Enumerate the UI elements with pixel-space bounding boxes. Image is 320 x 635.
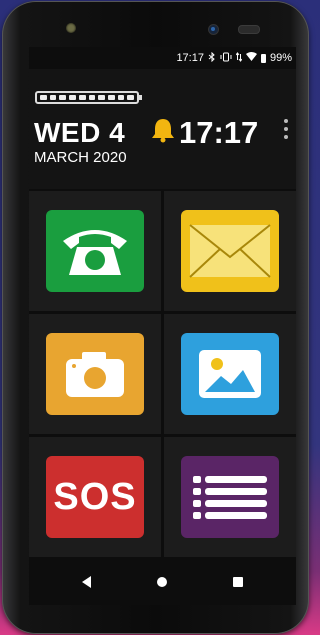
picture-icon [181, 333, 279, 415]
date-month: MARCH 2020 [34, 149, 127, 166]
vibrate-icon [220, 52, 232, 65]
envelope-icon [181, 210, 279, 292]
battery-percent: 99% [269, 52, 292, 64]
camera-icon [46, 333, 144, 415]
app-grid: SOS [29, 191, 296, 557]
data-arrows-icon [235, 51, 243, 65]
battery-indicator [35, 91, 142, 104]
tile-messages[interactable] [164, 191, 296, 311]
clock-time[interactable]: 17:17 [179, 115, 258, 151]
tile-phone[interactable] [29, 191, 161, 311]
back-icon[interactable] [82, 576, 91, 588]
tile-gallery[interactable] [164, 314, 296, 434]
alarm-bell-icon[interactable] [149, 117, 177, 143]
navigation-bar [29, 559, 296, 605]
more-options-icon[interactable] [284, 119, 288, 139]
tile-sos[interactable]: SOS [29, 437, 161, 557]
list-icon [181, 456, 279, 538]
battery-icon [260, 53, 266, 63]
sos-label: SOS [53, 475, 137, 518]
home-icon[interactable] [157, 577, 167, 587]
date-day: WED 4 [34, 117, 126, 148]
screen: 17:17 99% WED 4 MARCH 2020 17:17 SOS [29, 47, 296, 605]
telephone-icon [46, 210, 144, 292]
wifi-icon [245, 52, 257, 64]
status-bar: 17:17 99% [29, 47, 296, 69]
header-widget: WED 4 MARCH 2020 17:17 [29, 69, 296, 189]
recents-icon[interactable] [233, 577, 243, 587]
tile-camera[interactable] [29, 314, 161, 434]
proximity-sensor [66, 23, 76, 33]
bluetooth-icon [208, 51, 216, 65]
front-camera [208, 24, 219, 35]
earpiece-speaker [238, 25, 260, 34]
tile-menu[interactable] [164, 437, 296, 557]
sos-button: SOS [46, 456, 144, 538]
status-time: 17:17 [176, 52, 204, 64]
top-bezel [2, 1, 309, 41]
